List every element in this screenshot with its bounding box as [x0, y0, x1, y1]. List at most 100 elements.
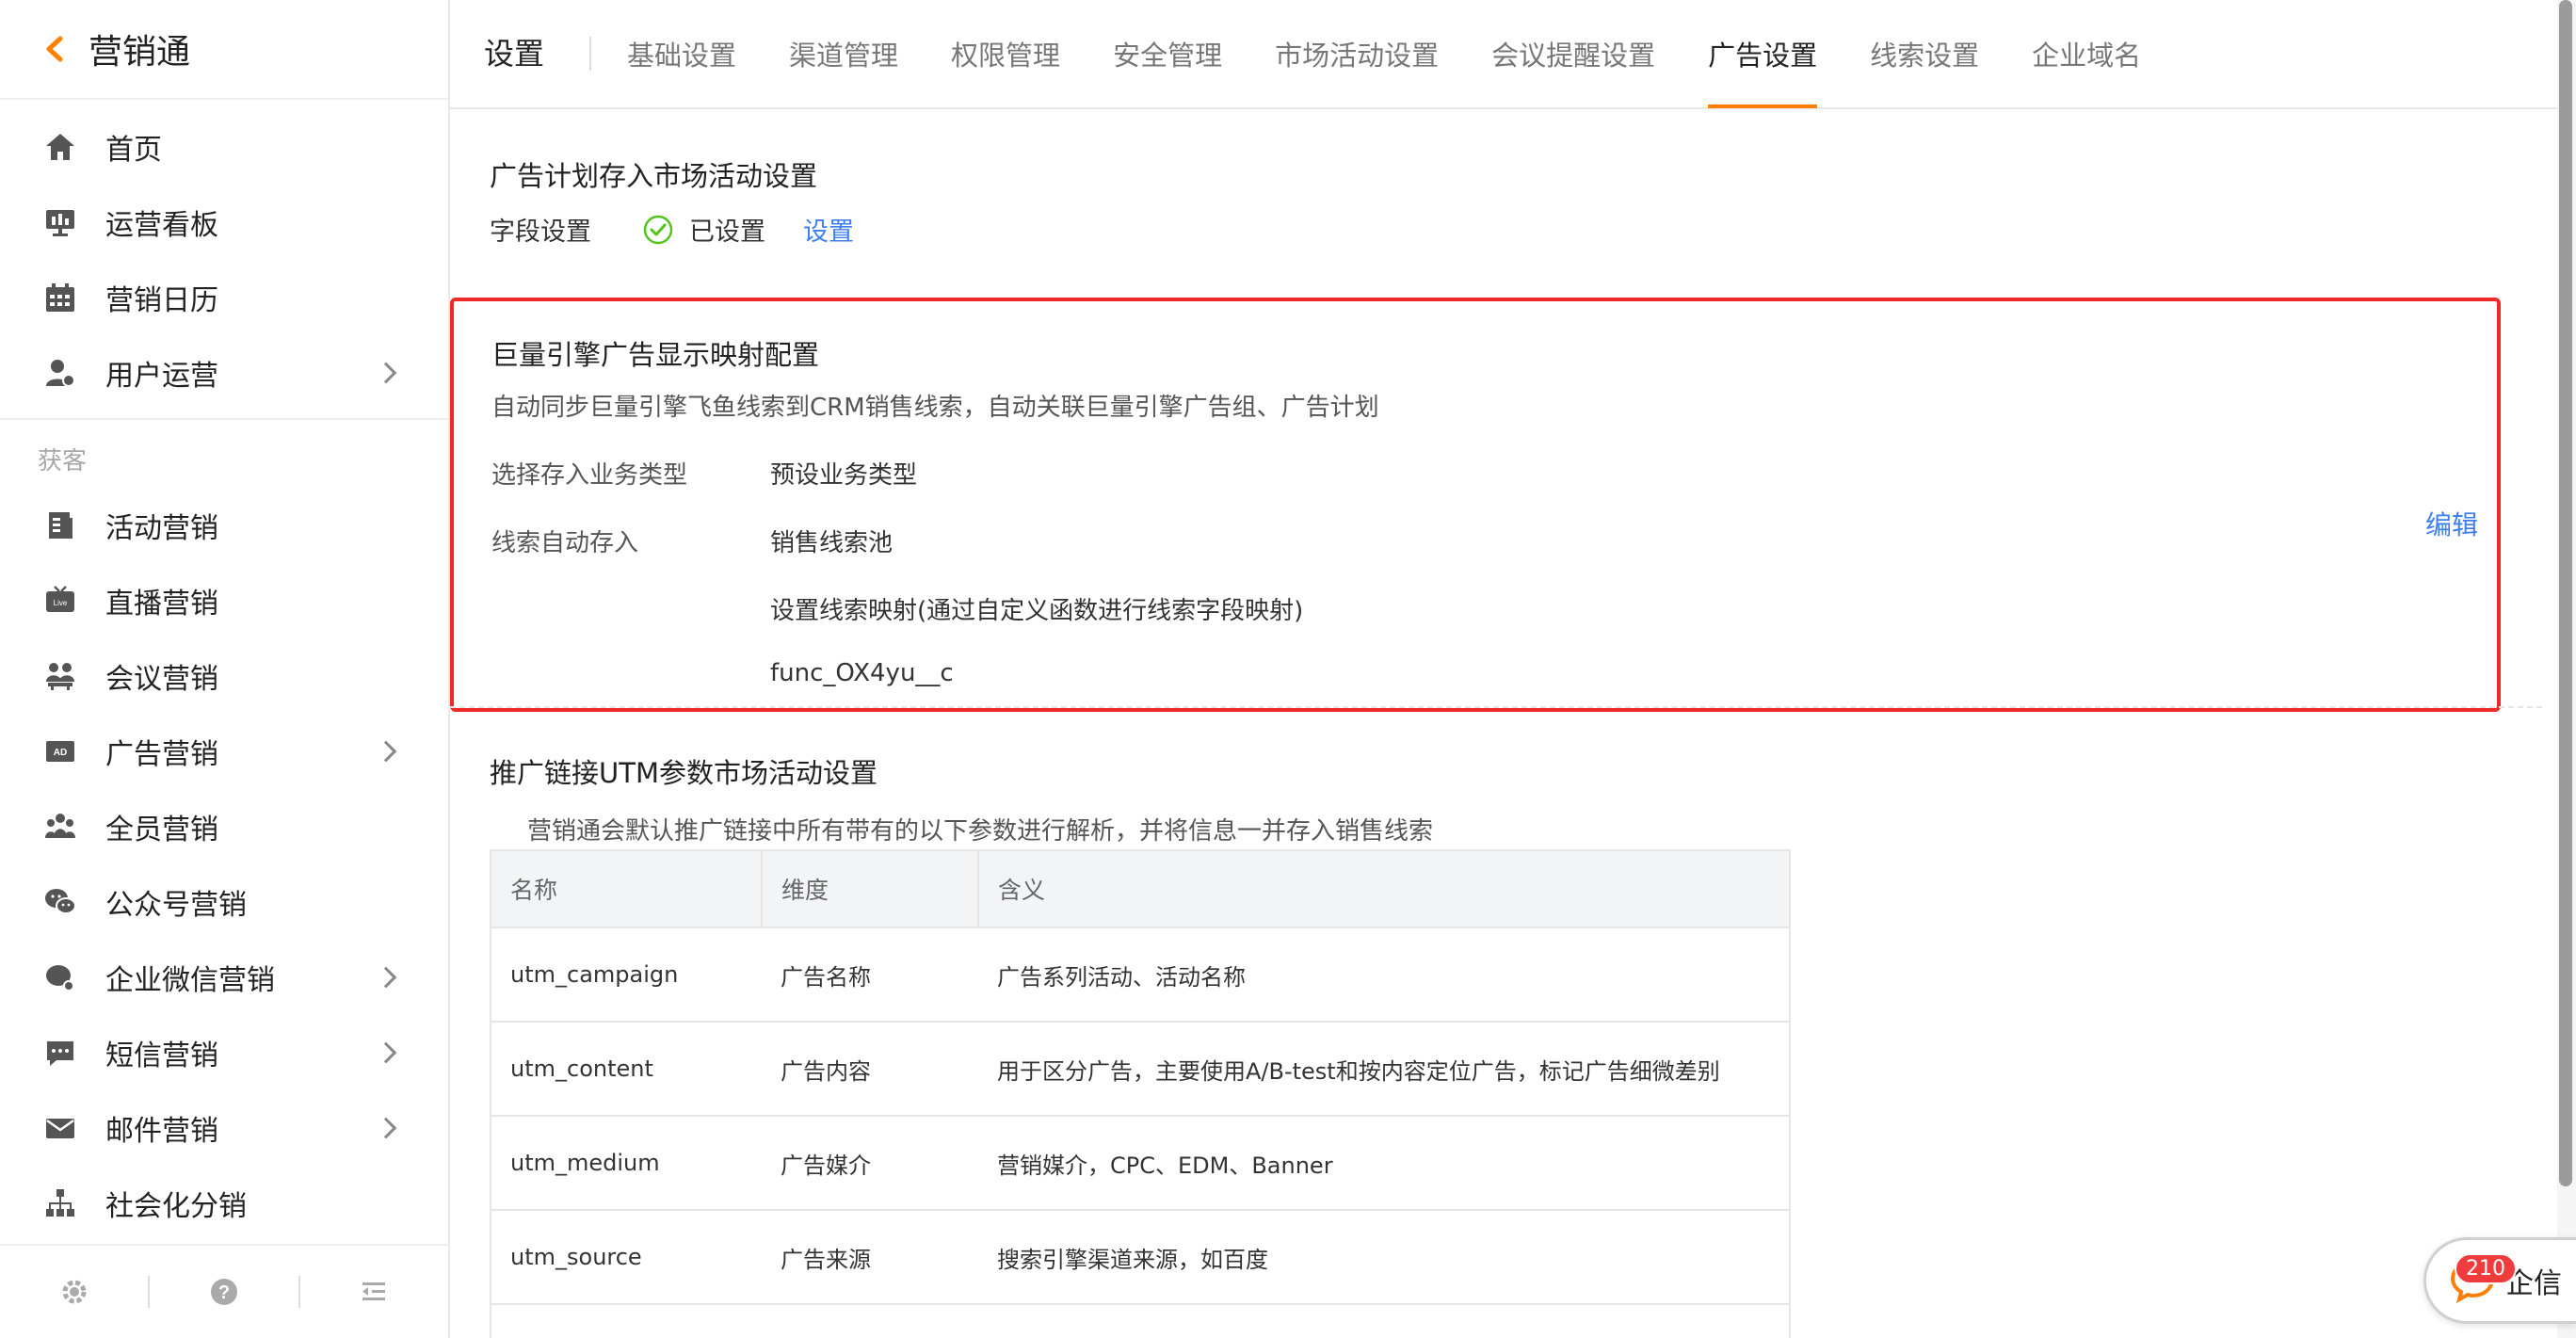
help-icon: ?: [210, 1279, 237, 1305]
sidebar-item-label: 邮件营销: [105, 1115, 218, 1148]
field-setting-row: 字段设置 已设置 设置: [490, 211, 854, 248]
chevron-right-icon: [375, 740, 397, 763]
section-mapping-title: 巨量引擎广告显示映射配置: [491, 339, 820, 371]
scrollbar-thumb[interactable]: [2559, 0, 2572, 1186]
sidebar-item-meeting-marketing[interactable]: 会议营销: [0, 638, 448, 714]
notification-badge: 210: [2455, 1253, 2517, 1284]
sidebar-item-label: 会议营销: [105, 663, 218, 696]
status-text: 已设置: [689, 218, 765, 247]
check-circle-icon: [643, 215, 673, 244]
divider: [450, 706, 2542, 708]
tab-basic-settings[interactable]: 基础设置: [627, 0, 736, 108]
sidebar-item-label: 公众号营销: [105, 889, 247, 922]
back-arrow-icon[interactable]: [41, 35, 70, 63]
sidebar-item-label: 活动营销: [105, 512, 218, 545]
sidebar-item-staff-marketing[interactable]: 全员营销: [0, 789, 448, 864]
table-cell: 广告来源: [762, 1209, 978, 1304]
section-ad-plan-title: 广告计划存入市场活动设置: [490, 160, 818, 192]
column-header-meaning: 含义: [978, 850, 1790, 927]
tab-enterprise-domain[interactable]: 企业域名: [2032, 0, 2141, 108]
app-root: 营销通 首页 运营看板 营销日历 用户运营 获客 活动营销 Live 直播营销 …: [0, 0, 2576, 1338]
collapse-menu-button[interactable]: [300, 1273, 448, 1311]
sidebar-item-live-marketing[interactable]: Live 直播营销: [0, 563, 448, 638]
business-type-label: 选择存入业务类型: [491, 461, 688, 490]
sidebar-item-label: 直播营销: [105, 588, 218, 621]
table-row: utm_content 广告内容 用于区分广告，主要使用A/B-test和按内容…: [491, 1021, 1790, 1116]
nav-primary: 首页 运营看板 营销日历 用户运营: [0, 100, 448, 420]
sidebar-item-label: 广告营销: [105, 738, 218, 771]
collapse-menu-icon: [362, 1282, 386, 1300]
brand-header[interactable]: 营销通: [0, 0, 448, 100]
column-header-name: 名称: [491, 850, 763, 927]
sidebar-item-label: 企业微信营销: [105, 964, 275, 997]
help-button[interactable]: ?: [150, 1273, 298, 1311]
sidebar-item-activity-marketing[interactable]: 活动营销: [0, 488, 448, 563]
sidebar-item-work-wechat[interactable]: 企业微信营销: [0, 940, 448, 1015]
calendar-icon: [41, 279, 79, 316]
table-cell: utm_content: [491, 1021, 762, 1116]
setup-link[interactable]: 设置: [803, 211, 854, 248]
table-row: utm_source 广告来源 搜索引擎渠道来源，如百度: [491, 1209, 1790, 1304]
meeting-icon: [41, 657, 79, 695]
sidebar-item-official-account[interactable]: 公众号营销: [0, 864, 448, 940]
lead-pool-value: 销售线索池: [770, 529, 894, 557]
table-cell: 广告系列活动、活动名称: [978, 927, 1790, 1022]
svg-text:?: ?: [218, 1282, 230, 1303]
edit-link[interactable]: 编辑: [2425, 505, 2478, 542]
tab-meeting-reminder-settings[interactable]: 会议提醒设置: [1491, 0, 1655, 108]
table-cell: 搜索引擎渠道来源，如百度: [978, 1209, 1790, 1304]
table-cell: 营销媒介，CPC、EDM、Banner: [978, 1115, 1790, 1210]
section-utm-description: 营销通会默认推广链接中所有带有的以下参数进行解析，并将信息一并存入销售线索: [527, 817, 1434, 846]
tab-lead-settings[interactable]: 线索设置: [1870, 0, 1979, 108]
auto-save-label: 线索自动存入: [491, 529, 639, 557]
sidebar-item-sms-marketing[interactable]: 短信营销: [0, 1015, 448, 1090]
tab-campaign-settings[interactable]: 市场活动设置: [1275, 0, 1439, 108]
sidebar-item-label: 社会化分销: [105, 1190, 247, 1223]
sidebar-item-user-ops[interactable]: 用户运营: [0, 335, 448, 411]
sidebar-item-label: 用户运营: [105, 360, 218, 393]
table-cell: 用于区分广告，主要使用A/B-test和按内容定位广告，标记广告细微差别: [978, 1021, 1790, 1116]
sms-icon: [41, 1034, 79, 1072]
table-row: utm_medium 广告媒介 营销媒介，CPC、EDM、Banner: [491, 1115, 1790, 1210]
chevron-right-icon: [375, 1117, 397, 1139]
work-wechat-icon: [41, 959, 79, 996]
tab-channel-management[interactable]: 渠道管理: [789, 0, 898, 108]
tab-permission-management[interactable]: 权限管理: [951, 0, 1060, 108]
sidebar-item-dashboard[interactable]: 运营看板: [0, 185, 448, 260]
section-utm-title: 推广链接UTM参数市场活动设置: [490, 757, 877, 789]
sidebar-item-calendar[interactable]: 营销日历: [0, 260, 448, 335]
tab-ad-settings[interactable]: 广告设置: [1708, 0, 1818, 108]
sidebar-item-label: 首页: [105, 134, 162, 167]
chevron-right-icon: [375, 1041, 397, 1064]
sidebar-item-label: 全员营销: [105, 814, 218, 846]
sidebar-item-label: 运营看板: [105, 209, 218, 242]
sidebar-item-social-distribution[interactable]: 社会化分销: [0, 1166, 448, 1241]
wechat-icon: [41, 883, 79, 921]
svg-text:Live: Live: [54, 599, 68, 607]
sidebar-item-mail-marketing[interactable]: 邮件营销: [0, 1090, 448, 1166]
table-row: [491, 1303, 1790, 1338]
team-icon: [41, 808, 79, 846]
table-cell: utm_source: [491, 1209, 762, 1304]
settings-button[interactable]: [0, 1273, 148, 1311]
live-icon: Live: [41, 582, 79, 620]
ad-icon: AD: [41, 733, 79, 770]
vertical-scrollbar[interactable]: [2557, 0, 2576, 1338]
sidebar-item-label: 短信营销: [105, 1040, 218, 1072]
gear-icon: [62, 1280, 87, 1304]
table-cell: 广告媒介: [762, 1115, 978, 1210]
lead-mapping-value: 设置线索映射(通过自定义函数进行线索字段映射): [770, 597, 1304, 625]
table-cell: [762, 1303, 978, 1338]
table-cell: [978, 1303, 1790, 1338]
sidebar-section-title: 获客: [38, 447, 88, 476]
table-cell: 广告名称: [762, 927, 978, 1022]
sidebar-item-ad-marketing[interactable]: AD 广告营销: [0, 714, 448, 789]
home-icon: [41, 128, 79, 166]
ocean-engine-mapping-panel: 巨量引擎广告显示映射配置 自动同步巨量引擎飞鱼线索到CRM销售线索，自动关联巨量…: [450, 298, 2501, 712]
document-icon: [41, 507, 79, 544]
table-header-row: 名称 维度 含义: [491, 850, 1790, 927]
tab-security-management[interactable]: 安全管理: [1113, 0, 1222, 108]
enterprise-chat-button[interactable]: 210 企信: [2423, 1237, 2576, 1324]
sidebar-item-home[interactable]: 首页: [0, 109, 448, 185]
user-icon: [41, 354, 79, 392]
